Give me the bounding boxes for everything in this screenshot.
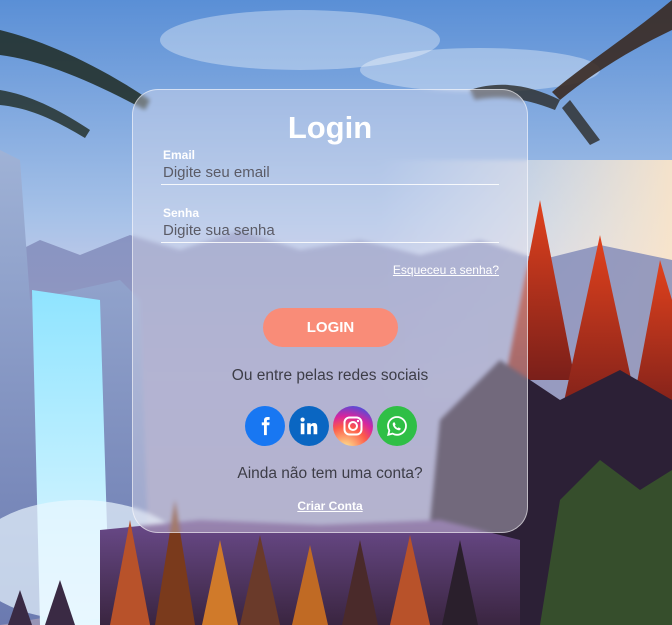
facebook-icon[interactable] [245, 406, 285, 446]
email-field[interactable] [161, 161, 499, 185]
login-button[interactable]: LOGIN [263, 308, 398, 347]
no-account-text: Ainda não tem uma conta? [237, 465, 423, 482]
login-title: Login [287, 110, 373, 145]
create-account-link[interactable]: Criar Conta [133, 499, 527, 513]
forgot-password-link[interactable]: Esqueceu a senha? [393, 263, 499, 277]
password-label: Senha [163, 206, 200, 220]
instagram-icon[interactable] [333, 406, 373, 446]
linkedin-icon[interactable] [289, 406, 329, 446]
social-login-text: Ou entre pelas redes sociais [231, 367, 429, 384]
login-card: Login Email Senha Esqueceu a senha? LOGI… [132, 89, 528, 533]
email-label: Email [163, 148, 196, 162]
whatsapp-icon[interactable] [377, 406, 417, 446]
password-field[interactable] [161, 219, 499, 243]
social-buttons [245, 406, 417, 446]
